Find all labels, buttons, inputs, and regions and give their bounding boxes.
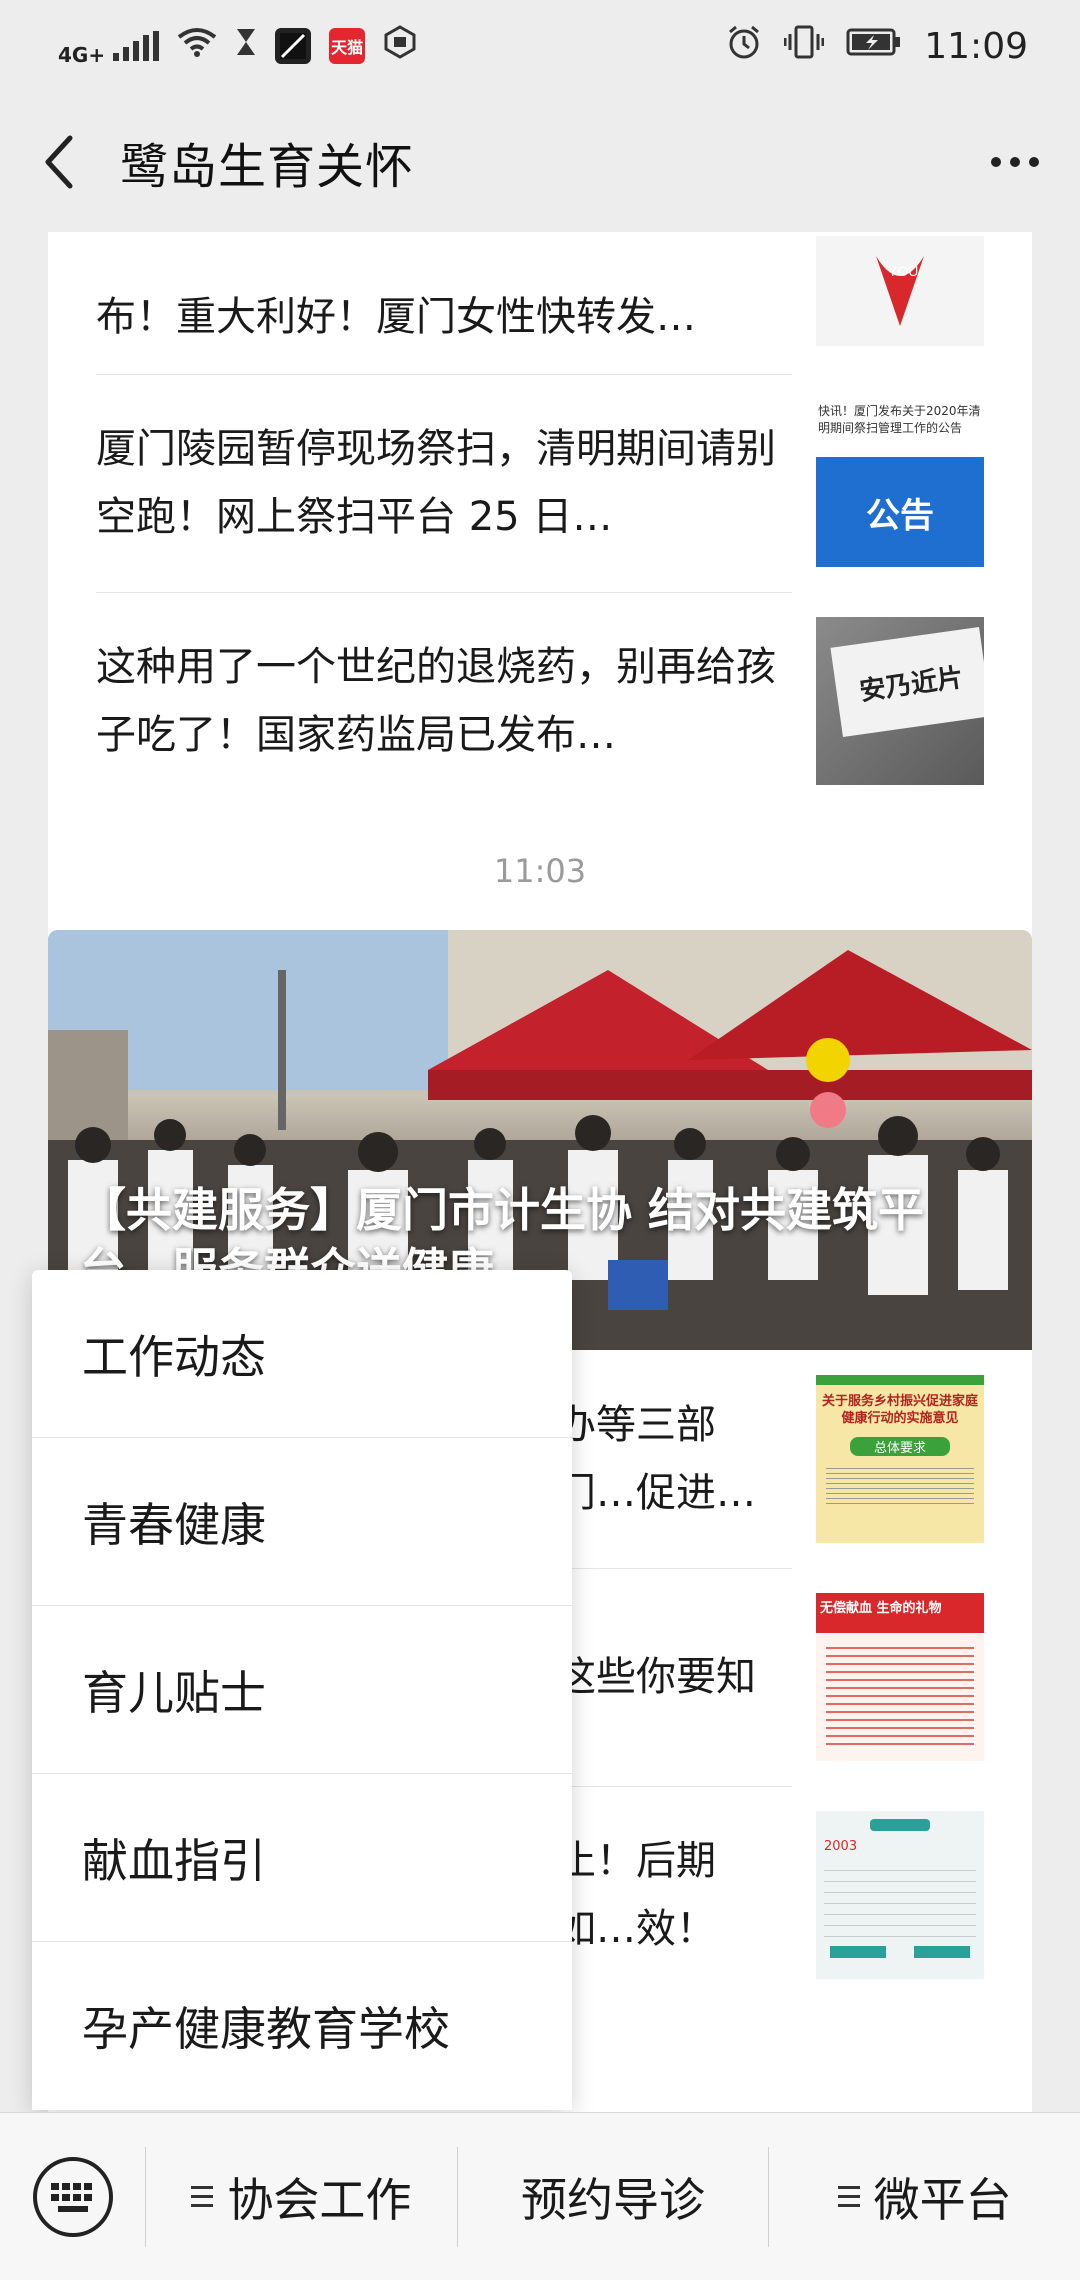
keyboard-icon xyxy=(32,2156,113,2237)
wifi-icon xyxy=(177,26,217,66)
nav-bar: 鹭岛生育关怀 xyxy=(0,92,1080,232)
article-item[interactable]: 这种用了一个世纪的退烧药，别再给孩子吃了！国家药监局已发布… 安乃近片 xyxy=(96,592,984,810)
status-bar: 4G+ 天猫 11:09 xyxy=(0,0,1080,92)
menu-label: 协会工作 xyxy=(227,2172,412,2227)
back-button[interactable] xyxy=(0,92,120,232)
vibrate-icon xyxy=(783,24,825,69)
article-item[interactable]: 布！重大利好！厦门女性快转发… YOU xyxy=(96,232,984,372)
menu-label: 预约导诊 xyxy=(521,2172,705,2227)
menu-micro-platform[interactable]: 微平台 xyxy=(769,2113,1080,2280)
page-title: 鹭岛生育关怀 xyxy=(120,139,415,195)
submenu-popup: 工作动态 青春健康 育儿贴士 献血指引 孕产健康教育学校 xyxy=(32,1270,572,2110)
bottom-menu-bar: 协会工作 预约导诊 微平台 xyxy=(0,2112,1080,2280)
article-title: 布！重大利好！厦门女性快转发… xyxy=(96,294,696,340)
menu-item-work-news[interactable]: 工作动态 xyxy=(32,1270,572,1438)
article-title: 这种用了一个世纪的退烧药，别再给孩子吃了！国家药监局已发布… xyxy=(96,644,776,758)
keyboard-toggle-button[interactable] xyxy=(0,2113,145,2280)
menu-item-blood-donation[interactable]: 献血指引 xyxy=(32,1774,572,1942)
battery-icon xyxy=(846,26,902,66)
article-thumbnail: YOU xyxy=(816,236,984,346)
more-options-button[interactable] xyxy=(950,92,1080,232)
menu-lines-icon xyxy=(191,2186,214,2207)
article-thumbnail: 无偿献血 生命的礼物 xyxy=(816,1593,984,1761)
tmall-app-icon: 天猫 xyxy=(329,28,366,64)
hourglass-icon xyxy=(235,26,257,66)
alarm-icon xyxy=(726,24,762,69)
menu-association-work[interactable]: 协会工作 xyxy=(146,2113,457,2280)
menu-label: 微平台 xyxy=(873,2172,1012,2227)
app-notification-icon xyxy=(275,28,312,64)
article-item[interactable]: 厦门陵园暂停现场祭扫，清明期间请别空跑！网上祭扫平台 25 日… 快讯！厦门发布… xyxy=(96,374,984,592)
article-title: 厦门陵园暂停现场祭扫，清明期间请别空跑！网上祭扫平台 25 日… xyxy=(96,426,776,540)
menu-appointment-guide[interactable]: 预约导诊 xyxy=(458,2113,769,2280)
signal-icon xyxy=(113,31,160,61)
menu-item-maternal-school[interactable]: 孕产健康教育学校 xyxy=(32,1942,572,2110)
clock: 11:09 xyxy=(924,25,1028,67)
more-dots-icon xyxy=(991,157,1001,167)
article-thumbnail: 快讯！厦门发布关于2020年清明期间祭扫管理工作的公告 公告 xyxy=(816,399,984,567)
message-timestamp: 11:03 xyxy=(493,852,587,890)
menu-item-parenting-tips[interactable]: 育儿贴士 xyxy=(32,1606,572,1774)
menu-item-youth-health[interactable]: 青春健康 xyxy=(32,1438,572,1606)
chevron-left-icon xyxy=(45,135,73,189)
article-thumbnail: 关于服务乡村振兴促进家庭健康行动的实施意见 总体要求 xyxy=(816,1375,984,1543)
article-thumbnail: 2003 xyxy=(816,1811,984,1979)
network-type: 4G+ xyxy=(58,42,106,67)
shield-app-icon xyxy=(383,24,417,68)
article-thumbnail: 安乃近片 xyxy=(816,617,984,785)
svg-text:YOU: YOU xyxy=(888,263,918,279)
menu-lines-icon xyxy=(837,2186,860,2207)
